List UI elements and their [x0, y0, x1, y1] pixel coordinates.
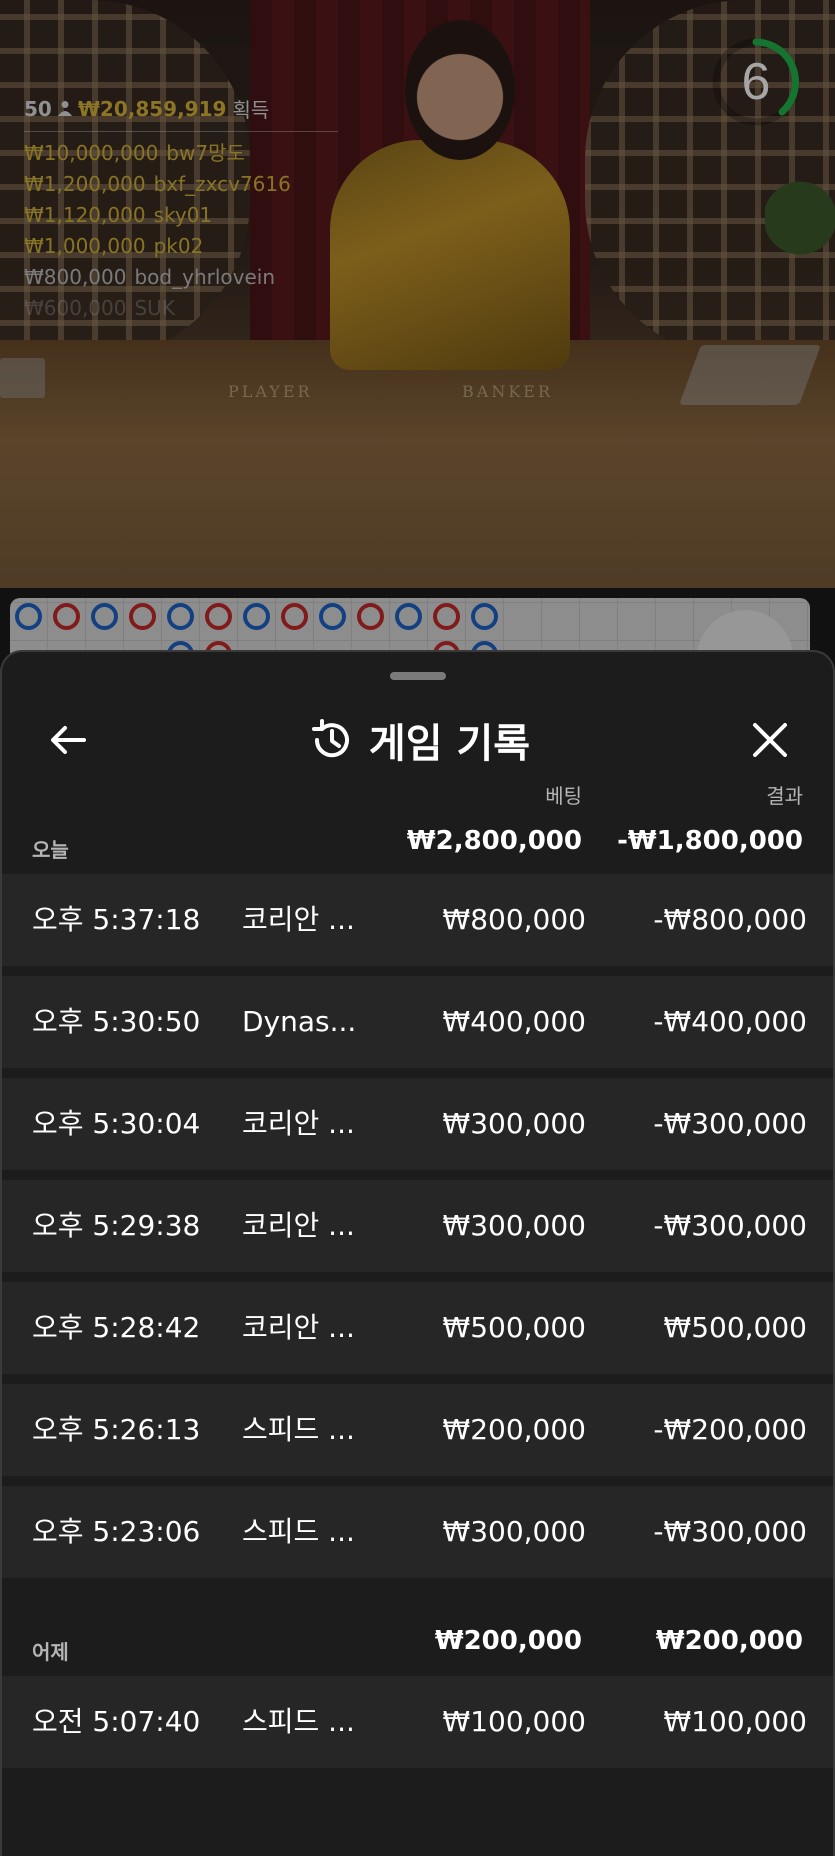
sheet-header: 게임 기록	[2, 708, 833, 772]
row-result-amount: -₩200,000	[653, 1413, 807, 1446]
row-game-name: Dynas...	[242, 1005, 357, 1038]
section-bet-total: ₩2,800,000	[406, 826, 582, 856]
row-result-amount: -₩300,000	[653, 1515, 807, 1548]
history-row[interactable]: 오전 5:07:40 스피드 ... ₩100,000 ₩100,000	[2, 1676, 833, 1768]
row-game-name: 스피드 ...	[242, 1515, 355, 1548]
sheet-title: 게임 기록	[368, 721, 531, 767]
row-game-name: 코리안 ...	[242, 1107, 355, 1140]
section-label: 오늘	[32, 838, 69, 862]
row-game-name: 코리안 ...	[242, 1209, 355, 1242]
row-result-amount: -₩300,000	[653, 1209, 807, 1242]
section-result-total: ₩200,000	[655, 1626, 803, 1656]
row-bet-amount: ₩200,000	[442, 1413, 586, 1446]
row-time: 오후 5:37:18	[32, 903, 201, 936]
row-bet-amount: ₩300,000	[442, 1107, 586, 1140]
row-time: 오전 5:07:40	[32, 1705, 201, 1738]
backdrop-dim[interactable]	[0, 0, 835, 700]
history-row[interactable]: 오후 5:37:18 코리안 ... ₩800,000 -₩800,000	[2, 874, 833, 966]
row-result-amount: -₩400,000	[653, 1005, 807, 1038]
history-row[interactable]: 오후 5:23:06 스피드 ... ₩300,000 -₩300,000	[2, 1486, 833, 1578]
section-label: 어제	[32, 1640, 69, 1664]
sheet-drag-handle[interactable]	[390, 672, 446, 680]
history-row[interactable]: 오후 5:30:50 Dynas... ₩400,000 -₩400,000	[2, 976, 833, 1068]
row-game-name: 코리안 ...	[242, 1311, 355, 1344]
history-row[interactable]: 오후 5:30:04 코리안 ... ₩300,000 -₩300,000	[2, 1078, 833, 1170]
row-time: 오후 5:30:04	[32, 1107, 201, 1140]
history-row[interactable]: 오후 5:29:38 코리안 ... ₩300,000 -₩300,000	[2, 1180, 833, 1272]
history-icon	[311, 719, 349, 758]
close-button[interactable]	[740, 710, 800, 770]
column-header-result: 결과	[766, 784, 803, 808]
row-game-name: 스피드 ...	[242, 1413, 355, 1446]
row-time: 오후 5:30:50	[32, 1005, 201, 1038]
row-bet-amount: ₩100,000	[442, 1705, 586, 1738]
close-icon	[753, 723, 787, 757]
row-time: 오후 5:23:06	[32, 1515, 201, 1548]
row-bet-amount: ₩300,000	[442, 1209, 586, 1242]
row-game-name: 스피드 ...	[242, 1705, 355, 1738]
section-bet-total: ₩200,000	[434, 1626, 582, 1656]
row-bet-amount: ₩300,000	[442, 1515, 586, 1548]
row-result-amount: ₩500,000	[663, 1311, 807, 1344]
game-history-sheet: 게임 기록 베팅 결과 오늘 ₩2,800,000 -₩1,800,000 오후 5:…	[0, 650, 835, 1856]
section-result-total: -₩1,800,000	[617, 826, 803, 856]
row-bet-amount: ₩500,000	[442, 1311, 586, 1344]
row-bet-amount: ₩400,000	[442, 1005, 586, 1038]
row-result-amount: -₩800,000	[653, 903, 807, 936]
history-row[interactable]: 오후 5:28:42 코리안 ... ₩500,000 ₩500,000	[2, 1282, 833, 1374]
row-result-amount: -₩300,000	[653, 1107, 807, 1140]
row-time: 오후 5:28:42	[32, 1311, 201, 1344]
column-header-bet: 베팅	[545, 784, 582, 808]
row-result-amount: ₩100,000	[663, 1705, 807, 1738]
row-time: 오후 5:29:38	[32, 1209, 201, 1242]
history-row[interactable]: 오후 5:26:13 스피드 ... ₩200,000 -₩200,000	[2, 1384, 833, 1476]
row-bet-amount: ₩800,000	[442, 903, 586, 936]
row-time: 오후 5:26:13	[32, 1413, 201, 1446]
row-game-name: 코리안 ...	[242, 903, 355, 936]
